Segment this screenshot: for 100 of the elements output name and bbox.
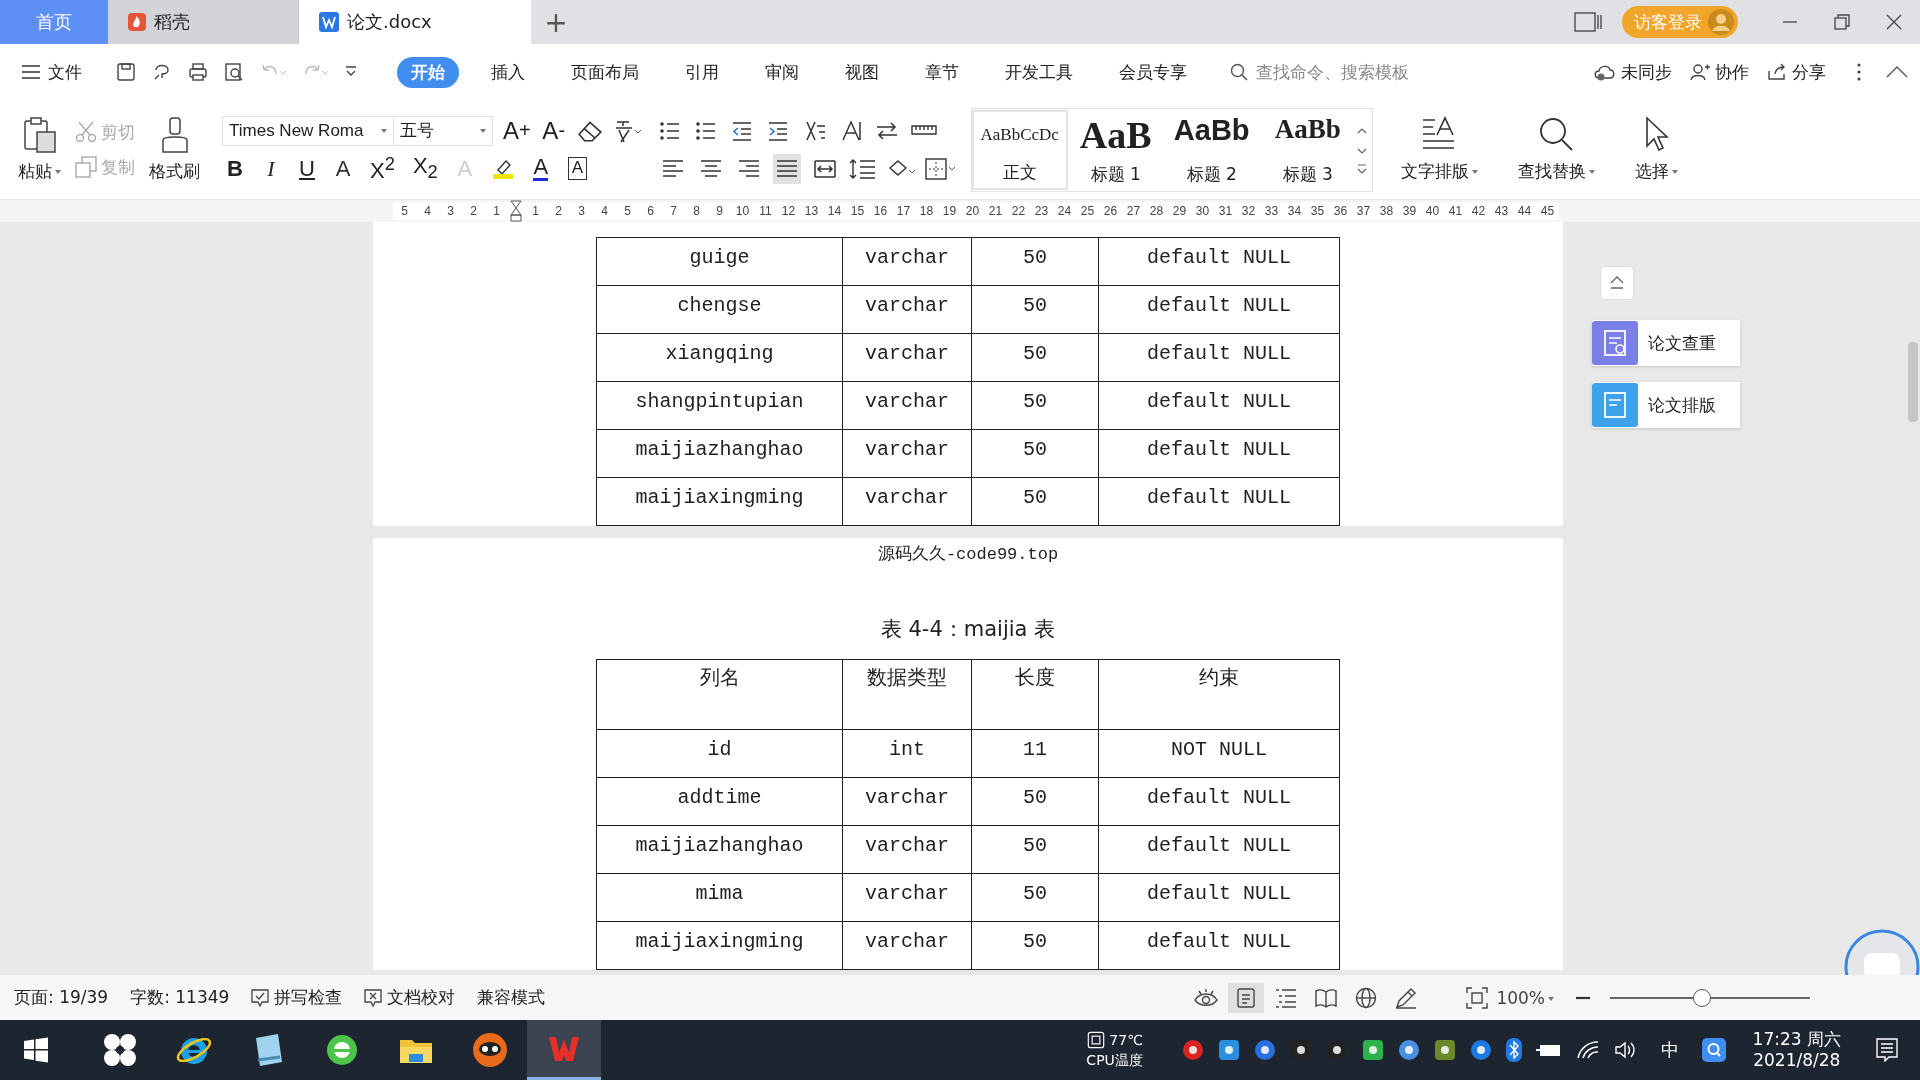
document-tab[interactable]: 稻壳 <box>108 0 299 44</box>
style-preset[interactable]: AaBbCcDc 正文 <box>971 109 1068 190</box>
menu-icon <box>22 65 40 79</box>
paste-button[interactable]: 粘贴 <box>18 116 61 183</box>
input-method-indicator[interactable]: 中 <box>1660 1038 1679 1062</box>
cpu-label-text: CPU温度 <box>1086 1052 1143 1070</box>
table-cell: maijiaxingming <box>596 477 843 526</box>
toolbar-action-button[interactable]: 分享 <box>1767 60 1826 84</box>
new-tab-button[interactable]: + <box>531 0 581 44</box>
ribbon-tab[interactable]: 引用 <box>671 56 733 88</box>
table-cell: default NULL <box>1098 825 1340 874</box>
table-cell: 50 <box>971 921 1099 970</box>
close-icon[interactable] <box>1886 14 1902 30</box>
wifi-icon[interactable] <box>1575 1040 1600 1060</box>
more-icon[interactable] <box>1856 62 1862 82</box>
fit-page-icon[interactable] <box>1466 986 1489 1009</box>
save-icon[interactable] <box>116 62 136 82</box>
battery-icon[interactable] <box>1535 1042 1562 1058</box>
ribbon-tab[interactable]: 章节 <box>911 56 973 88</box>
compatibility-mode-text: 兼容模式 <box>477 986 546 1009</box>
doc-icon <box>319 12 339 32</box>
tray-app-icon[interactable] <box>1181 1039 1204 1061</box>
magnify-document-icon <box>1592 321 1638 365</box>
style-preset[interactable]: AaB 标题 1 <box>1067 109 1164 190</box>
ribbon-tab[interactable]: 视图 <box>831 56 893 88</box>
proofread-button[interactable]: 文档校对 <box>364 986 456 1009</box>
table-cell: 50 <box>971 873 1099 922</box>
book-icon <box>1314 986 1339 1009</box>
file-menu-button[interactable]: 文件 <box>22 60 82 84</box>
avatar-icon <box>1708 9 1734 35</box>
table-cell: default NULL <box>1098 873 1340 922</box>
format-painter-button[interactable]: 格式刷 <box>149 116 200 183</box>
ribbon-tab[interactable]: 开发工具 <box>991 56 1087 88</box>
web-icon <box>1354 986 1379 1009</box>
pen-icon <box>1394 986 1419 1009</box>
ribbon-tab[interactable]: 会员专享 <box>1105 56 1201 88</box>
ribbon-tab[interactable]: 插入 <box>477 56 539 88</box>
strike-button[interactable]: A <box>330 153 356 184</box>
tray-app-icon[interactable] <box>1289 1039 1312 1061</box>
tray-app-icon[interactable] <box>1325 1039 1348 1061</box>
print-preview-icon[interactable] <box>224 62 244 82</box>
align-distributed-icon <box>813 158 836 179</box>
column-header: 长度 <box>971 659 1099 730</box>
command-search-field[interactable]: 查找命令、搜索模板 <box>1230 61 1458 83</box>
table-cell: 11 <box>971 729 1099 778</box>
font-size-field[interactable]: 五号 <box>393 115 493 146</box>
color-button[interactable]: A <box>527 153 554 184</box>
start-icon[interactable] <box>23 1037 49 1063</box>
font-name-field[interactable]: Times New Roma <box>222 115 394 146</box>
cloud-icon <box>1594 63 1616 81</box>
ribbon-tool-button[interactable]: 选择 <box>1634 116 1678 183</box>
scrollbar-thumb[interactable] <box>1908 342 1918 422</box>
volume-icon[interactable] <box>1613 1040 1638 1060</box>
align-button[interactable] <box>772 153 801 184</box>
window-layout-icon[interactable] <box>1574 12 1602 32</box>
ribbon-tool-button[interactable]: 查找替换 <box>1517 116 1595 183</box>
collapse-icon[interactable] <box>1886 65 1908 79</box>
side-panel-button[interactable]: 论文排版 <box>1592 382 1740 428</box>
table-cell: 50 <box>971 777 1099 826</box>
ribbon-tab[interactable]: 审阅 <box>751 56 813 88</box>
notification-icon[interactable] <box>1876 1038 1898 1062</box>
spell-check-button[interactable]: 拼写检查 <box>251 986 343 1009</box>
italic-button[interactable]: I <box>258 153 284 184</box>
style-preset[interactable]: AaBb 标题 2 <box>1163 109 1260 190</box>
cross-box-icon <box>364 988 383 1007</box>
taskbar-clock[interactable]: 17:23 周六 2021/8/28 <box>1752 1028 1841 1072</box>
search-icon <box>1230 63 1248 81</box>
restore-icon[interactable] <box>1834 14 1850 30</box>
tray-app-icon[interactable] <box>1397 1039 1420 1061</box>
view-mode-button[interactable] <box>1228 982 1265 1013</box>
document-tab[interactable]: 论文.docx <box>299 0 531 44</box>
indent-marker-icon[interactable] <box>510 200 522 222</box>
tray-app-icon[interactable] <box>1253 1039 1276 1061</box>
style-preset[interactable]: AaBb 标题 3 <box>1259 109 1356 190</box>
toolbar-action-button[interactable]: 未同步 <box>1594 60 1672 84</box>
tray-app-icon[interactable] <box>1217 1039 1240 1061</box>
bold-button[interactable]: B <box>222 153 248 184</box>
zoom-level-dropdown[interactable]: 100% <box>1496 987 1554 1008</box>
table-cell: id <box>596 729 843 778</box>
ribbon-tool-button[interactable]: 文字排版 <box>1400 116 1478 183</box>
page-count-text[interactable]: 页面: 19/39 <box>14 986 109 1009</box>
word-count-text[interactable]: 字数: 11349 <box>130 986 230 1009</box>
sub-button[interactable]: X$_{2}$ <box>408 153 442 184</box>
table-cell: varchar <box>842 285 972 334</box>
underline-button[interactable]: U <box>294 153 320 184</box>
search-app-icon[interactable] <box>1701 1038 1726 1062</box>
table-cell: 50 <box>971 825 1099 874</box>
align-left-icon <box>661 158 684 179</box>
print-icon[interactable] <box>188 62 208 82</box>
tray-app-icon[interactable] <box>1361 1039 1384 1061</box>
ribbon-tab[interactable]: 页面布局 <box>557 56 653 88</box>
toolbar-action-button[interactable]: 协作 <box>1690 60 1749 84</box>
side-panel-button[interactable]: 论文查重 <box>1592 320 1740 366</box>
bluetooth-icon[interactable] <box>1505 1038 1522 1062</box>
zoom-slider-thumb[interactable] <box>1693 988 1711 1007</box>
super-button[interactable]: X$^{2}$ <box>366 153 399 184</box>
collapse-panel-icon[interactable] <box>1600 266 1634 300</box>
tray-app-icon[interactable] <box>1433 1039 1456 1061</box>
horizontal-ruler[interactable]: 5 4 3 2 1 1 2 3 4 5 6 7 8 9 10 11 12 13 14 15 16 17 18 19 20 21 22 23 24 25 26 27 28 29 30 31 32 33 34 35 36 37 38 39 40 41 42 43 44 45 <box>393 202 1559 220</box>
tray-app-icon[interactable] <box>1469 1039 1492 1061</box>
